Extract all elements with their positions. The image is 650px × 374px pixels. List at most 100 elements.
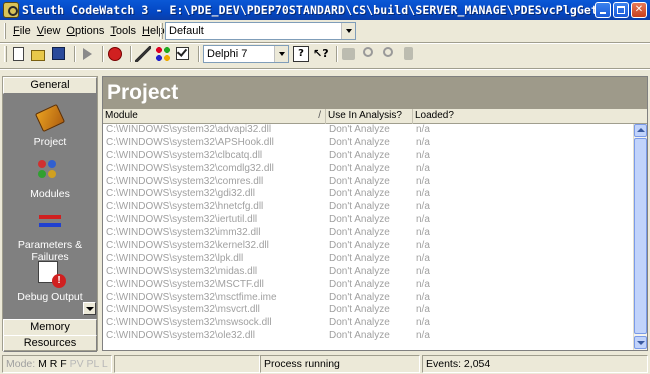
mode-active: M R F bbox=[38, 358, 67, 370]
module-table-body: C:\WINDOWS\system32\advapi32.dll Don't An… bbox=[103, 124, 633, 350]
nav-item-label: Project bbox=[33, 136, 67, 148]
run-button[interactable] bbox=[79, 46, 95, 62]
save-button[interactable] bbox=[51, 46, 67, 62]
new-button[interactable] bbox=[11, 46, 27, 62]
close-button[interactable]: ✕ bbox=[631, 2, 647, 18]
table-row[interactable]: C:\WINDOWS\system32\msvcrt.dll Don't Anal… bbox=[103, 304, 633, 317]
module-path: C:\WINDOWS\system32\msvcrt.dll bbox=[106, 304, 260, 316]
menu-help[interactable]: Help bbox=[139, 25, 168, 37]
minimize-icon bbox=[600, 12, 606, 14]
profile-toolbar-grip[interactable] bbox=[160, 23, 163, 39]
table-row[interactable]: C:\WINDOWS\system32\imm32.dll Don't Analy… bbox=[103, 227, 633, 240]
print-button[interactable] bbox=[341, 46, 357, 62]
table-row[interactable]: C:\WINDOWS\system32\clbcatq.dll Don't Ana… bbox=[103, 150, 633, 163]
table-row[interactable]: C:\WINDOWS\system32\msctfime.ime Don't An… bbox=[103, 292, 633, 305]
use-in-analysis-value: Don't Analyze bbox=[329, 330, 390, 342]
scroll-up-button[interactable] bbox=[634, 124, 647, 137]
open-folder-icon bbox=[31, 50, 45, 61]
scroll-down-button[interactable] bbox=[634, 336, 647, 349]
use-in-analysis-value: Don't Analyze bbox=[329, 252, 390, 264]
table-row[interactable]: C:\WINDOWS\system32\comres.dll Don't Anal… bbox=[103, 176, 633, 189]
stop-button[interactable] bbox=[107, 46, 123, 62]
nav-group-memory[interactable]: Memory bbox=[3, 319, 97, 336]
use-in-analysis-value: Don't Analyze bbox=[329, 291, 390, 303]
window-controls: ✕ bbox=[595, 2, 647, 18]
zoom-in-button[interactable] bbox=[361, 46, 377, 62]
open-button[interactable] bbox=[31, 46, 47, 62]
menu-file[interactable]: File bbox=[10, 25, 34, 37]
profile-combo[interactable]: Default bbox=[165, 22, 356, 40]
table-row[interactable]: C:\WINDOWS\system32\MSCTF.dll Don't Analy… bbox=[103, 279, 633, 292]
use-in-analysis-value: Don't Analyze bbox=[329, 188, 390, 200]
menu-options[interactable]: Options bbox=[63, 25, 107, 37]
column-header-use-in-analysis[interactable]: Use In Analysis? bbox=[326, 109, 413, 124]
use-in-analysis-value: Don't Analyze bbox=[329, 201, 390, 213]
menu-tools[interactable]: Tools bbox=[107, 25, 139, 37]
chevron-down-icon[interactable] bbox=[341, 23, 355, 39]
menu-view[interactable]: View bbox=[34, 25, 64, 37]
table-row[interactable]: C:\WINDOWS\system32\APSHook.dll Don't Ana… bbox=[103, 137, 633, 150]
table-row[interactable]: C:\WINDOWS\system32\ole32.dll Don't Analy… bbox=[103, 330, 633, 343]
compiler-combo[interactable]: Delphi 7 bbox=[203, 45, 289, 63]
use-in-analysis-value: Don't Analyze bbox=[329, 162, 390, 174]
module-path: C:\WINDOWS\system32\hnetcfg.dll bbox=[106, 201, 264, 213]
page-title: Project bbox=[103, 77, 647, 109]
module-path: C:\WINDOWS\system32\midas.dll bbox=[106, 265, 258, 277]
chevron-down-icon[interactable] bbox=[274, 46, 288, 62]
table-row[interactable]: C:\WINDOWS\system32\hnetcfg.dll Don't Ana… bbox=[103, 201, 633, 214]
wizard-icon[interactable] bbox=[135, 46, 151, 62]
column-header-label: Module bbox=[105, 110, 138, 121]
table-row[interactable]: C:\WINDOWS\system32\midas.dll Don't Analy… bbox=[103, 266, 633, 279]
loaded-value: n/a bbox=[416, 214, 430, 226]
module-path: C:\WINDOWS\system32\msctfime.ime bbox=[106, 291, 277, 303]
module-path: C:\WINDOWS\system32\imm32.dll bbox=[106, 227, 261, 239]
nav-item-debug-output[interactable]: Debug Output bbox=[3, 259, 97, 303]
loaded-value: n/a bbox=[416, 149, 430, 161]
module-path: C:\WINDOWS\system32\kernel32.dll bbox=[106, 240, 269, 252]
loaded-value: n/a bbox=[416, 162, 430, 174]
scroll-thumb[interactable] bbox=[634, 138, 647, 334]
maximize-icon bbox=[617, 6, 625, 14]
toolbar-grip[interactable] bbox=[4, 46, 7, 62]
table-row[interactable]: C:\WINDOWS\system32\iertutil.dll Don't An… bbox=[103, 214, 633, 227]
nav-item-project[interactable]: Project bbox=[3, 103, 97, 148]
checklist-button[interactable] bbox=[175, 46, 191, 62]
maximize-button[interactable] bbox=[613, 2, 629, 18]
table-row[interactable]: C:\WINDOWS\system32\lpk.dll Don't Analyze… bbox=[103, 253, 633, 266]
table-row[interactable]: C:\WINDOWS\system32\advapi32.dll Don't An… bbox=[103, 124, 633, 137]
table-row[interactable]: C:\WINDOWS\system32\comdlg32.dll Don't An… bbox=[103, 163, 633, 176]
nav-item-parameters-failures[interactable]: Parameters & Failures bbox=[3, 207, 97, 263]
column-header-loaded[interactable]: Loaded? bbox=[413, 109, 647, 124]
status-pane-empty bbox=[114, 355, 260, 373]
run-icon bbox=[83, 48, 92, 60]
app-icon[interactable] bbox=[3, 2, 19, 18]
zoom-out-button[interactable] bbox=[381, 46, 397, 62]
nav-group-resources[interactable]: Resources bbox=[3, 335, 97, 352]
menu-bar: File View Options Tools Help bbox=[0, 20, 165, 42]
toolbar-divider bbox=[0, 68, 650, 70]
print-icon bbox=[342, 48, 355, 60]
mode-label: Mode: bbox=[6, 358, 36, 370]
module-path: C:\WINDOWS\system32\mswsock.dll bbox=[106, 317, 272, 329]
module-path: C:\WINDOWS\system32\APSHook.dll bbox=[106, 136, 274, 148]
loaded-value: n/a bbox=[416, 124, 430, 135]
nav-item-modules[interactable]: Modules bbox=[3, 156, 97, 200]
menubar-grip[interactable] bbox=[4, 23, 6, 39]
debug-output-icon bbox=[38, 261, 66, 288]
dots-icon[interactable] bbox=[155, 46, 171, 62]
use-in-analysis-value: Don't Analyze bbox=[329, 278, 390, 290]
vertical-scrollbar[interactable] bbox=[633, 124, 647, 350]
table-row[interactable]: C:\WINDOWS\system32\gdi32.dll Don't Analy… bbox=[103, 188, 633, 201]
table-row[interactable]: C:\WINDOWS\system32\mswsock.dll Don't Ana… bbox=[103, 317, 633, 330]
module-path: C:\WINDOWS\system32\lpk.dll bbox=[106, 252, 244, 264]
minimize-button[interactable] bbox=[595, 2, 611, 18]
whats-this-icon[interactable]: ↖? bbox=[313, 46, 329, 62]
table-row[interactable]: C:\WINDOWS\system32\kernel32.dll Don't An… bbox=[103, 240, 633, 253]
nav-group-general[interactable]: General bbox=[3, 77, 97, 94]
loaded-value: n/a bbox=[416, 317, 430, 329]
column-header-module[interactable]: Module / bbox=[103, 109, 326, 124]
project-book-icon bbox=[34, 103, 66, 133]
help-icon[interactable]: ? bbox=[293, 46, 309, 62]
nav-scroll-down-button[interactable] bbox=[83, 302, 96, 315]
settings-button[interactable] bbox=[401, 46, 417, 62]
